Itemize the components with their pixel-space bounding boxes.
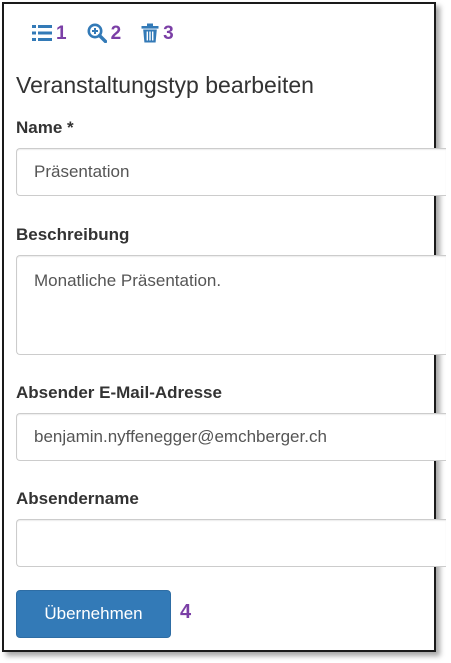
sender-email-label: Absender E-Mail-Adresse bbox=[16, 383, 222, 402]
page-title: Veranstaltungstyp bearbeiten bbox=[16, 72, 314, 98]
name-label: Name * bbox=[16, 118, 74, 137]
name-input[interactable] bbox=[16, 148, 446, 196]
list-icon bbox=[32, 25, 52, 41]
submit-annotation: 4 bbox=[180, 601, 192, 623]
delete-annotation: 3 bbox=[163, 22, 174, 44]
sender-email-input[interactable] bbox=[16, 413, 446, 461]
screenshot-frame: 1 2 3 Veranstaltungstyp bearbeiten Name … bbox=[2, 2, 446, 652]
delete-button[interactable]: 3 bbox=[141, 23, 174, 43]
list-annotation: 1 bbox=[56, 22, 67, 44]
sender-name-label: Absendername bbox=[16, 489, 139, 508]
zoom-annotation: 2 bbox=[110, 22, 122, 44]
toolbar: 1 2 3 bbox=[32, 20, 194, 46]
description-textarea[interactable]: Monatliche Präsentation. bbox=[16, 255, 446, 355]
submit-button[interactable]: Übernehmen bbox=[16, 590, 171, 638]
zoom-in-icon bbox=[87, 23, 107, 43]
sender-name-input[interactable] bbox=[16, 519, 446, 567]
zoom-in-button[interactable]: 2 bbox=[87, 22, 122, 44]
description-label: Beschreibung bbox=[16, 225, 130, 244]
list-button[interactable]: 1 bbox=[32, 24, 67, 43]
trash-icon bbox=[141, 23, 159, 43]
